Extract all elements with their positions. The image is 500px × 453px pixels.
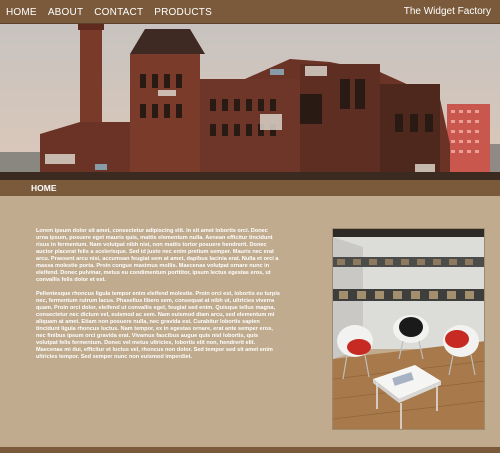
content-paragraph: Lorem ipsum dolor sit amet, consectetur … <box>36 228 279 283</box>
hero-banner-image <box>0 24 500 180</box>
nav-item-home[interactable]: HOME <box>6 7 37 18</box>
top-navigation-bar: HOME ABOUT CONTACT PRODUCTS The Widget F… <box>0 0 500 24</box>
content-paragraph: Pellentesque rhoncus ligula tempor enim … <box>36 291 281 360</box>
main-nav: HOME ABOUT CONTACT PRODUCTS <box>6 0 223 24</box>
nav-item-about[interactable]: ABOUT <box>48 7 83 18</box>
section-title: HOME <box>31 183 57 193</box>
bottom-bar <box>0 447 500 453</box>
section-header-bar: HOME <box>0 180 500 196</box>
site-title: The Widget Factory <box>403 6 491 17</box>
nav-item-products[interactable]: PRODUCTS <box>154 7 212 18</box>
showroom-photo <box>332 228 485 430</box>
nav-item-contact[interactable]: CONTACT <box>94 7 143 18</box>
main-content: Lorem ipsum dolor sit amet, consectetur … <box>36 228 281 368</box>
